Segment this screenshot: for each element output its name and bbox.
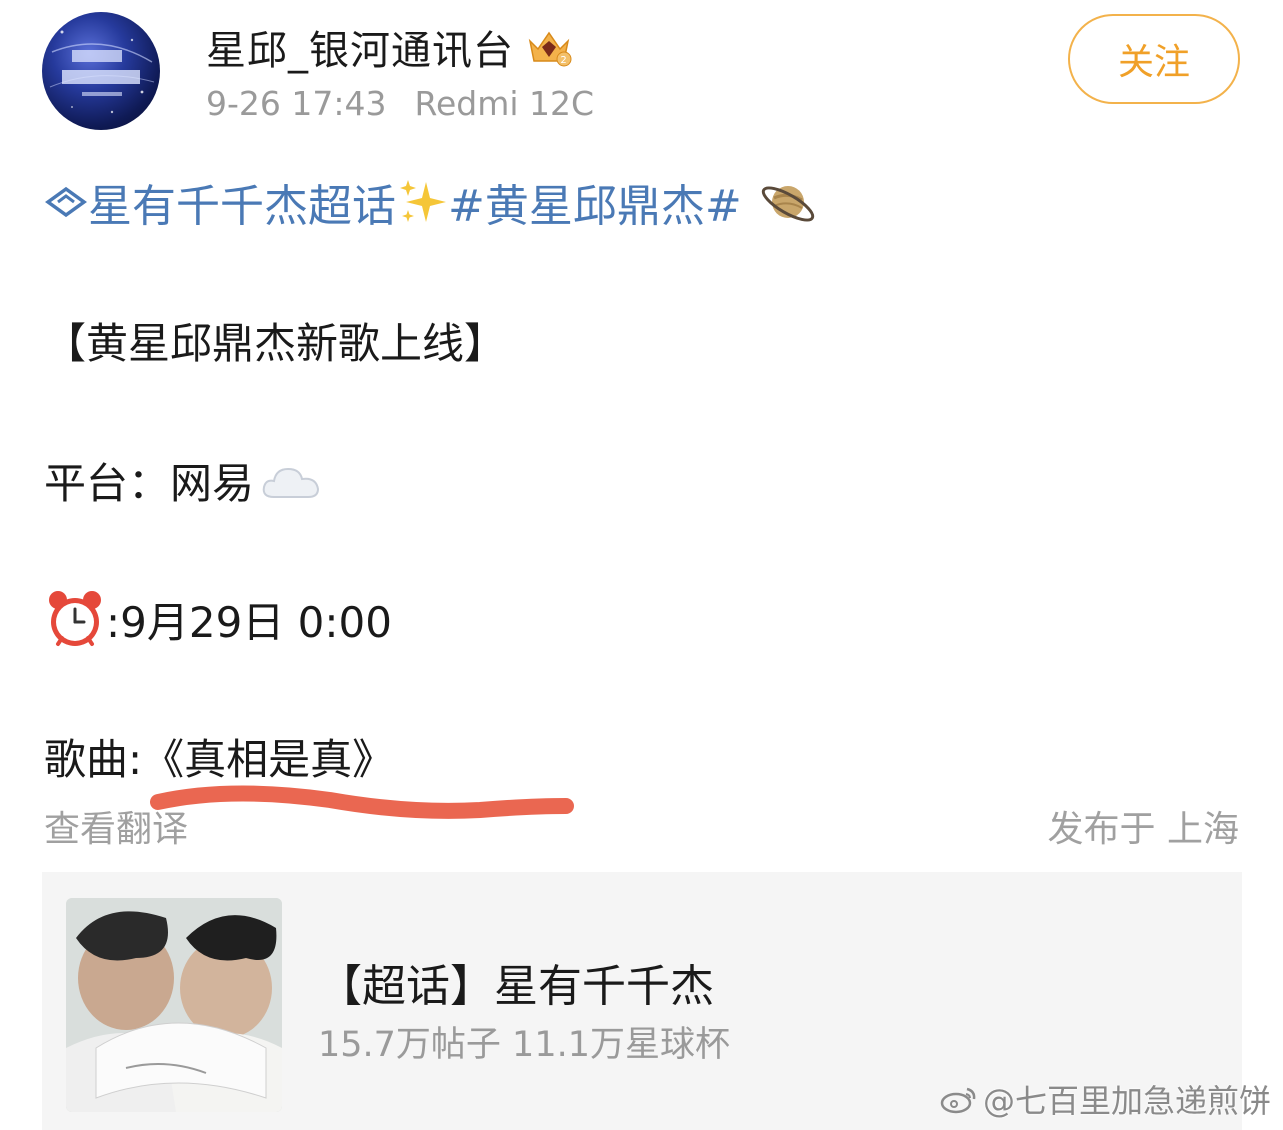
hashtag-link[interactable]: #黄星邱鼎杰# (448, 170, 742, 234)
post-time-line: :9月29日 0:00 (44, 588, 392, 650)
post-timestamp: 9-26 17:43 (206, 84, 387, 123)
translate-link[interactable]: 查看翻译 (44, 800, 188, 852)
diamond-topic-icon (45, 186, 87, 218)
topic-line: 星有千千杰超话 #黄星邱鼎杰# (44, 170, 820, 234)
topic-link[interactable]: 星有千千杰超话 (88, 170, 396, 234)
watermark: @七百里加急递煎饼 (939, 1076, 1271, 1122)
username-text[interactable]: 星邱_银河通讯台 (206, 18, 514, 76)
cloud-icon (262, 467, 320, 498)
super-topic-stats: 15.7万帖子 11.1万星球杯 (318, 1025, 730, 1065)
post-song-line: 歌曲:《真相是真》 (44, 735, 395, 784)
planet-icon (761, 186, 814, 222)
sparkles-icon (400, 180, 446, 222)
weibo-logo-icon (940, 1087, 976, 1114)
post-meta: 9-26 17:43 Redmi 12C (206, 84, 594, 123)
post-heading: 【黄星邱鼎杰新歌上线】 (44, 319, 507, 368)
crown-badge-icon: 2 (528, 31, 572, 67)
post-platform-line: 平台：网易 (44, 450, 322, 511)
super-topic-thumbnail (66, 898, 282, 1112)
watermark-text: @七百里加急递煎饼 (982, 1082, 1271, 1120)
post-platform-text: 平台：网易 (44, 459, 255, 508)
alarm-clock-icon (49, 591, 101, 646)
post-location: 发布于 上海 (1047, 809, 1239, 850)
red-underline-annotation (150, 785, 574, 819)
avatar[interactable] (42, 12, 160, 130)
svg-text:2: 2 (560, 55, 567, 66)
username[interactable]: 星邱_银河通讯台 2 (206, 18, 572, 76)
post-time-text: :9月29日 0:00 (106, 597, 392, 647)
post-device: Redmi 12C (414, 84, 595, 123)
super-topic-title[interactable]: 【超话】星有千千杰 (318, 950, 714, 1014)
follow-button[interactable]: 关注 (1068, 14, 1240, 104)
